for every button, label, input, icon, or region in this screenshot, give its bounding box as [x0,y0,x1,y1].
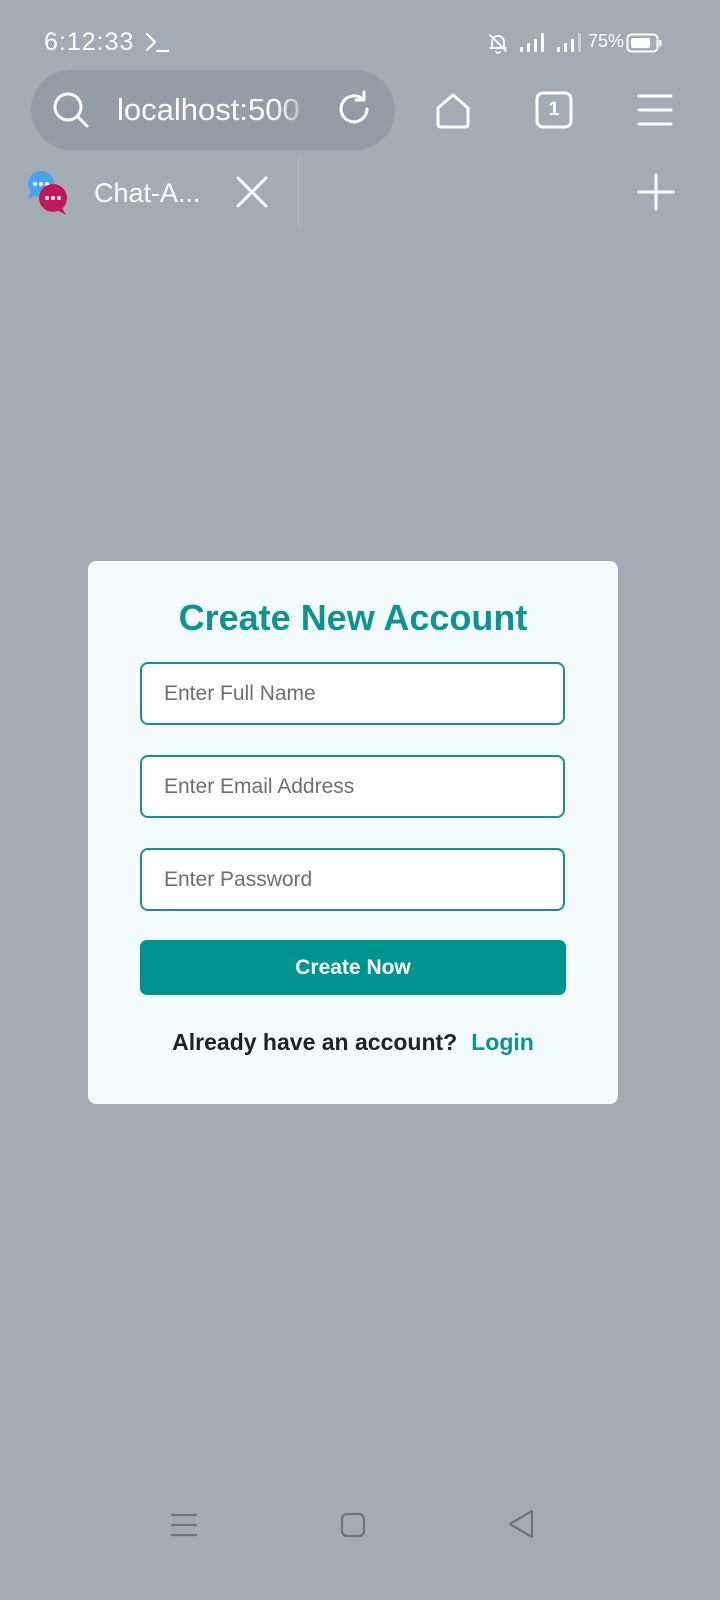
login-prompt: Already have an account? [172,1029,458,1055]
battery-percent: 75% [588,31,625,51]
reload-icon[interactable] [334,89,374,129]
terminal-icon [145,32,170,53]
tab-divider [298,157,299,227]
tab-title[interactable]: Chat-A... [94,176,201,210]
close-icon[interactable] [234,174,270,210]
home-icon[interactable] [337,1509,369,1541]
password-input[interactable] [140,848,565,911]
status-bar: 6:12:33 75% [0,0,706,80]
menu-icon[interactable] [636,92,674,128]
tab-count[interactable]: 1 [535,91,573,129]
full-name-input[interactable] [140,662,565,725]
battery-icon [626,33,662,53]
back-icon[interactable] [504,1506,538,1542]
signal-icon [520,33,544,52]
email-input[interactable] [140,755,565,818]
page-title: Create New Account [178,597,528,638]
home-icon[interactable] [432,90,474,132]
url-fade [275,88,315,132]
create-now-button[interactable]: Create Now [140,940,566,995]
plus-icon[interactable] [636,172,676,212]
recents-icon[interactable] [168,1509,200,1541]
status-time: 6:12:33 [44,28,135,56]
signup-card: Create New Account Create Now Already ha… [88,561,618,1104]
chat-favicon-icon [28,171,67,215]
login-link[interactable]: Login [471,1029,534,1055]
bell-off-icon [489,34,507,54]
search-icon[interactable] [52,91,90,129]
login-row: Already have an account? Login [88,1027,618,1057]
signal-icon [557,33,581,52]
